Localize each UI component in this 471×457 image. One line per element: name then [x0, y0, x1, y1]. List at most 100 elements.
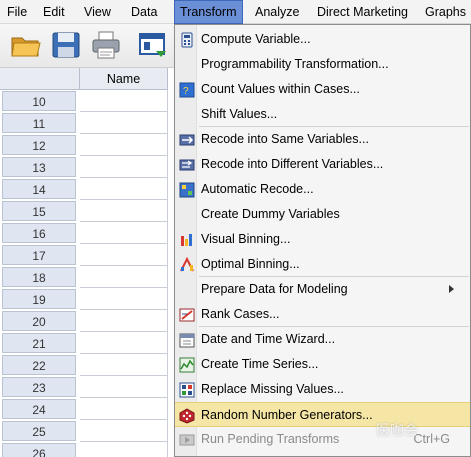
data-cell[interactable] [80, 112, 168, 134]
data-cell[interactable] [80, 354, 168, 376]
row-number[interactable]: 20 [2, 311, 76, 331]
table-row: 21 [0, 332, 168, 354]
menu-file[interactable]: File [2, 0, 32, 24]
menu-item-prepare-data-for-modeling[interactable]: Prepare Data for Modeling [175, 277, 470, 302]
table-row: 16 [0, 222, 168, 244]
menu-item-label: Run Pending Transforms [201, 432, 340, 446]
row-number[interactable]: 19 [2, 289, 76, 309]
row-number[interactable]: 12 [2, 135, 76, 155]
save-icon[interactable] [50, 29, 82, 61]
open-folder-icon[interactable] [10, 29, 42, 61]
table-row: 12 [0, 134, 168, 156]
menu-edit[interactable]: Edit [38, 0, 70, 24]
data-cell[interactable] [80, 222, 168, 244]
table-row: 15 [0, 200, 168, 222]
data-cell[interactable] [80, 288, 168, 310]
menu-item-automatic-recode[interactable]: Automatic Recode... [175, 177, 470, 202]
menu-item-label: Recode into Different Variables... [201, 157, 384, 171]
data-cell[interactable] [80, 376, 168, 398]
menu-item-compute-variable[interactable]: Compute Variable... [175, 27, 470, 52]
data-cell[interactable] [80, 442, 168, 457]
table-row: 18 [0, 266, 168, 288]
data-cell[interactable] [80, 266, 168, 288]
menu-item-programmability-transformation[interactable]: Programmability Transformation... [175, 52, 470, 77]
row-number[interactable]: 18 [2, 267, 76, 287]
print-icon[interactable] [90, 29, 122, 61]
menu-item-label: Create Time Series... [201, 357, 319, 371]
menu-analyze[interactable]: Analyze [250, 0, 304, 24]
row-number[interactable]: 14 [2, 179, 76, 199]
data-cell[interactable] [80, 156, 168, 178]
table-row: 17 [0, 244, 168, 266]
menu-item-create-time-series[interactable]: Create Time Series... [175, 352, 470, 377]
menu-item-label: Create Dummy Variables [201, 207, 340, 221]
submenu-arrow-icon [449, 285, 454, 293]
menu-item-run-pending-transforms[interactable]: Run Pending Transforms Ctrl+G [175, 427, 470, 452]
row-number[interactable]: 26 [2, 443, 76, 457]
data-cell[interactable] [80, 244, 168, 266]
menu-item-optimal-binning[interactable]: Optimal Binning... [175, 252, 470, 277]
menu-item-label: Date and Time Wizard... [201, 332, 336, 346]
recode-different-icon [179, 157, 195, 173]
menu-item-visual-binning[interactable]: Visual Binning... [175, 227, 470, 252]
menu-view[interactable]: View [79, 0, 116, 24]
data-cell[interactable] [80, 420, 168, 442]
menu-data[interactable]: Data [126, 0, 162, 24]
recode-same-icon [179, 132, 195, 148]
menubar: File Edit View Data Transform Analyze Di… [0, 0, 471, 24]
menu-item-label: Optimal Binning... [201, 257, 300, 271]
row-number[interactable]: 23 [2, 377, 76, 397]
data-cell[interactable] [80, 310, 168, 332]
menu-item-label: Programmability Transformation... [201, 57, 389, 71]
data-cell[interactable] [80, 398, 168, 420]
table-row: 11 [0, 112, 168, 134]
data-cell[interactable] [80, 90, 168, 112]
menu-item-label: Visual Binning... [201, 232, 291, 246]
menu-item-shift-values[interactable]: Shift Values... [175, 102, 470, 127]
menu-item-recode-into-different-variables[interactable]: Recode into Different Variables... [175, 152, 470, 177]
table-row: 24 [0, 398, 168, 420]
data-cell[interactable] [80, 134, 168, 156]
column-header-name[interactable]: Name [80, 68, 168, 90]
dice-icon [179, 408, 195, 424]
menu-item-shortcut: Ctrl+G [413, 432, 450, 446]
menu-transform[interactable]: Transform [174, 0, 243, 24]
menu-item-label: Rank Cases... [201, 307, 280, 321]
row-number[interactable]: 15 [2, 201, 76, 221]
menu-item-label: Shift Values... [201, 107, 278, 121]
row-number[interactable]: 13 [2, 157, 76, 177]
menu-direct-marketing[interactable]: Direct Marketing [312, 0, 413, 24]
row-number[interactable]: 17 [2, 245, 76, 265]
row-number[interactable]: 22 [2, 355, 76, 375]
row-number[interactable]: 11 [2, 113, 76, 133]
row-number[interactable]: 16 [2, 223, 76, 243]
menu-item-random-number-generators[interactable]: Random Number Generators... [175, 402, 470, 427]
menu-graphs[interactable]: Graphs [420, 0, 471, 24]
svg-text:?: ? [183, 86, 189, 97]
menu-item-label: Random Number Generators... [201, 408, 373, 422]
menu-item-label: Count Values within Cases... [201, 82, 360, 96]
run-pending-icon [179, 432, 195, 448]
row-number[interactable]: 10 [2, 91, 76, 111]
data-cell[interactable] [80, 178, 168, 200]
row-number[interactable]: 24 [2, 399, 76, 419]
row-number[interactable]: 25 [2, 421, 76, 441]
data-cell[interactable] [80, 200, 168, 222]
menu-item-replace-missing-values[interactable]: Replace Missing Values... [175, 377, 470, 402]
menu-item-rank-cases[interactable]: Rank Cases... [175, 302, 470, 327]
time-series-icon [179, 357, 195, 373]
menu-item-date-and-time-wizard[interactable]: Date and Time Wizard... [175, 327, 470, 352]
menu-item-count-values-within-cases[interactable]: ? Count Values within Cases... [175, 77, 470, 102]
menu-item-label: Recode into Same Variables... [201, 132, 369, 146]
menu-item-recode-into-same-variables[interactable]: Recode into Same Variables... [175, 127, 470, 152]
table-row: 10 [0, 90, 168, 112]
table-row: 23 [0, 376, 168, 398]
data-cell[interactable] [80, 332, 168, 354]
transform-menu: Compute Variable... Programmability Trans… [174, 24, 471, 457]
dialog-recall-icon[interactable] [138, 29, 168, 61]
menu-item-create-dummy-variables[interactable]: Create Dummy Variables [175, 202, 470, 227]
row-number[interactable]: 21 [2, 333, 76, 353]
calendar-icon [179, 332, 195, 348]
table-row: 22 [0, 354, 168, 376]
menu-item-label: Prepare Data for Modeling [201, 282, 348, 296]
